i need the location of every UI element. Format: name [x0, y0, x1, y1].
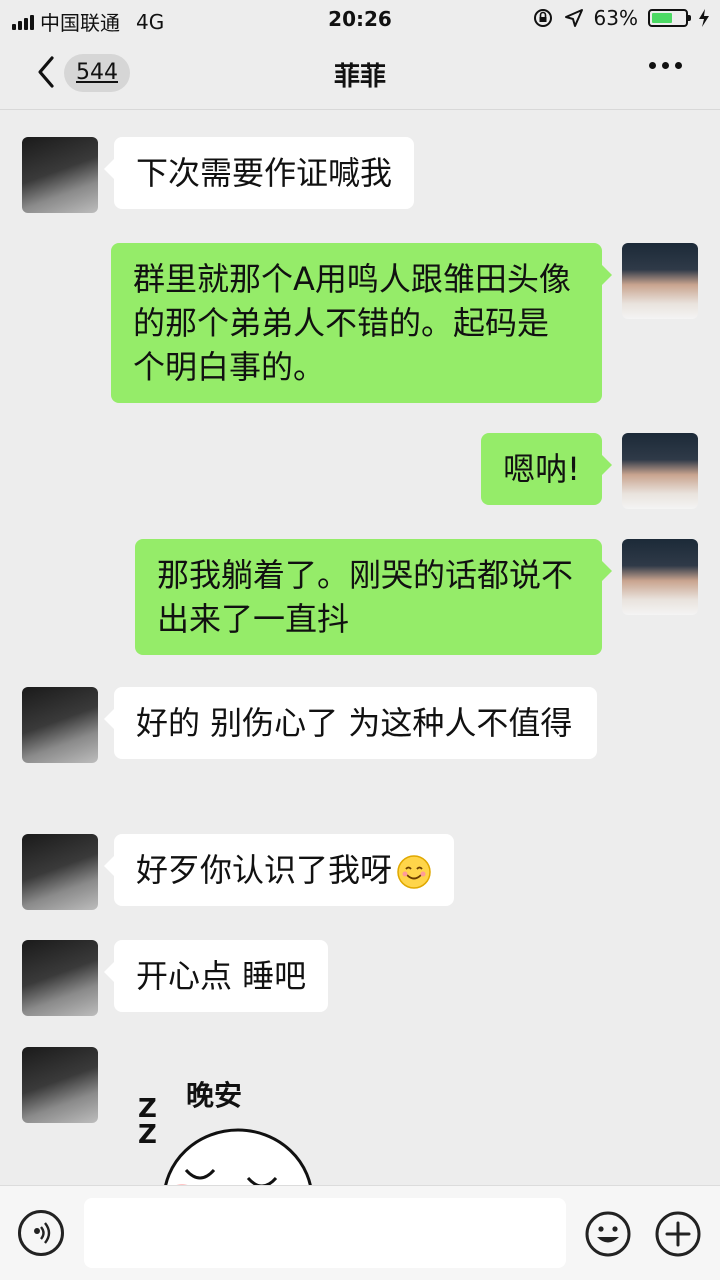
charging-icon: [699, 9, 709, 27]
friend-avatar[interactable]: [22, 834, 98, 910]
friend-avatar[interactable]: [22, 940, 98, 1016]
chat-title: 菲菲: [333, 62, 386, 92]
status-bar: 中国联通 4G 20:26 63%: [0, 0, 720, 38]
input-toolbar: [0, 1185, 720, 1280]
my-avatar[interactable]: [622, 433, 698, 509]
battery-icon: [648, 9, 691, 27]
message-bubble-outgoing[interactable]: 群里就那个A用鸣人跟雏田头像的那个弟弟人不错的。起码是个明白事的。: [111, 243, 612, 403]
rotation-lock-icon: [533, 9, 552, 27]
message-bubble-outgoing[interactable]: 嗯呐!: [481, 433, 612, 505]
message-bubble-incoming[interactable]: 下次需要作证喊我: [103, 137, 415, 209]
message-bubble-incoming[interactable]: 好的 别伤心了 为这种人不值得: [104, 687, 597, 759]
message-text: 好歹你认识了我呀: [136, 851, 393, 889]
message-input[interactable]: [84, 1198, 566, 1268]
more-options-icon[interactable]: [649, 62, 682, 69]
sticker-caption: 晚安: [186, 1079, 243, 1112]
goodnight-sticker[interactable]: Z Z 晚安: [128, 1068, 328, 1185]
status-right: 63%: [532, 6, 710, 30]
add-plus-icon[interactable]: [654, 1210, 702, 1258]
sleeping-face-icon: [164, 1128, 312, 1185]
message-bubble-incoming[interactable]: 开心点 睡吧: [103, 940, 329, 1012]
voice-input-icon[interactable]: [18, 1210, 64, 1256]
message-list[interactable]: 下次需要作证喊我 群里就那个A用鸣人跟雏田头像的那个弟弟人不错的。起码是个明白事…: [0, 110, 720, 1185]
my-avatar[interactable]: [622, 539, 698, 615]
location-arrow-icon: [564, 9, 583, 27]
message-bubble-incoming[interactable]: 好歹你认识了我呀: [103, 834, 455, 906]
message-bubble-outgoing[interactable]: 那我躺着了。刚哭的话都说不出来了一直抖: [135, 539, 612, 655]
emoji-icon[interactable]: [584, 1210, 632, 1258]
smiling-face-emoji-icon: [397, 855, 431, 889]
friend-avatar[interactable]: [22, 137, 98, 213]
chat-header: 544 菲菲: [0, 38, 720, 110]
my-avatar[interactable]: [622, 243, 698, 319]
friend-avatar[interactable]: [22, 687, 98, 763]
battery-percent: 63%: [593, 6, 638, 30]
friend-avatar[interactable]: [22, 1047, 98, 1123]
